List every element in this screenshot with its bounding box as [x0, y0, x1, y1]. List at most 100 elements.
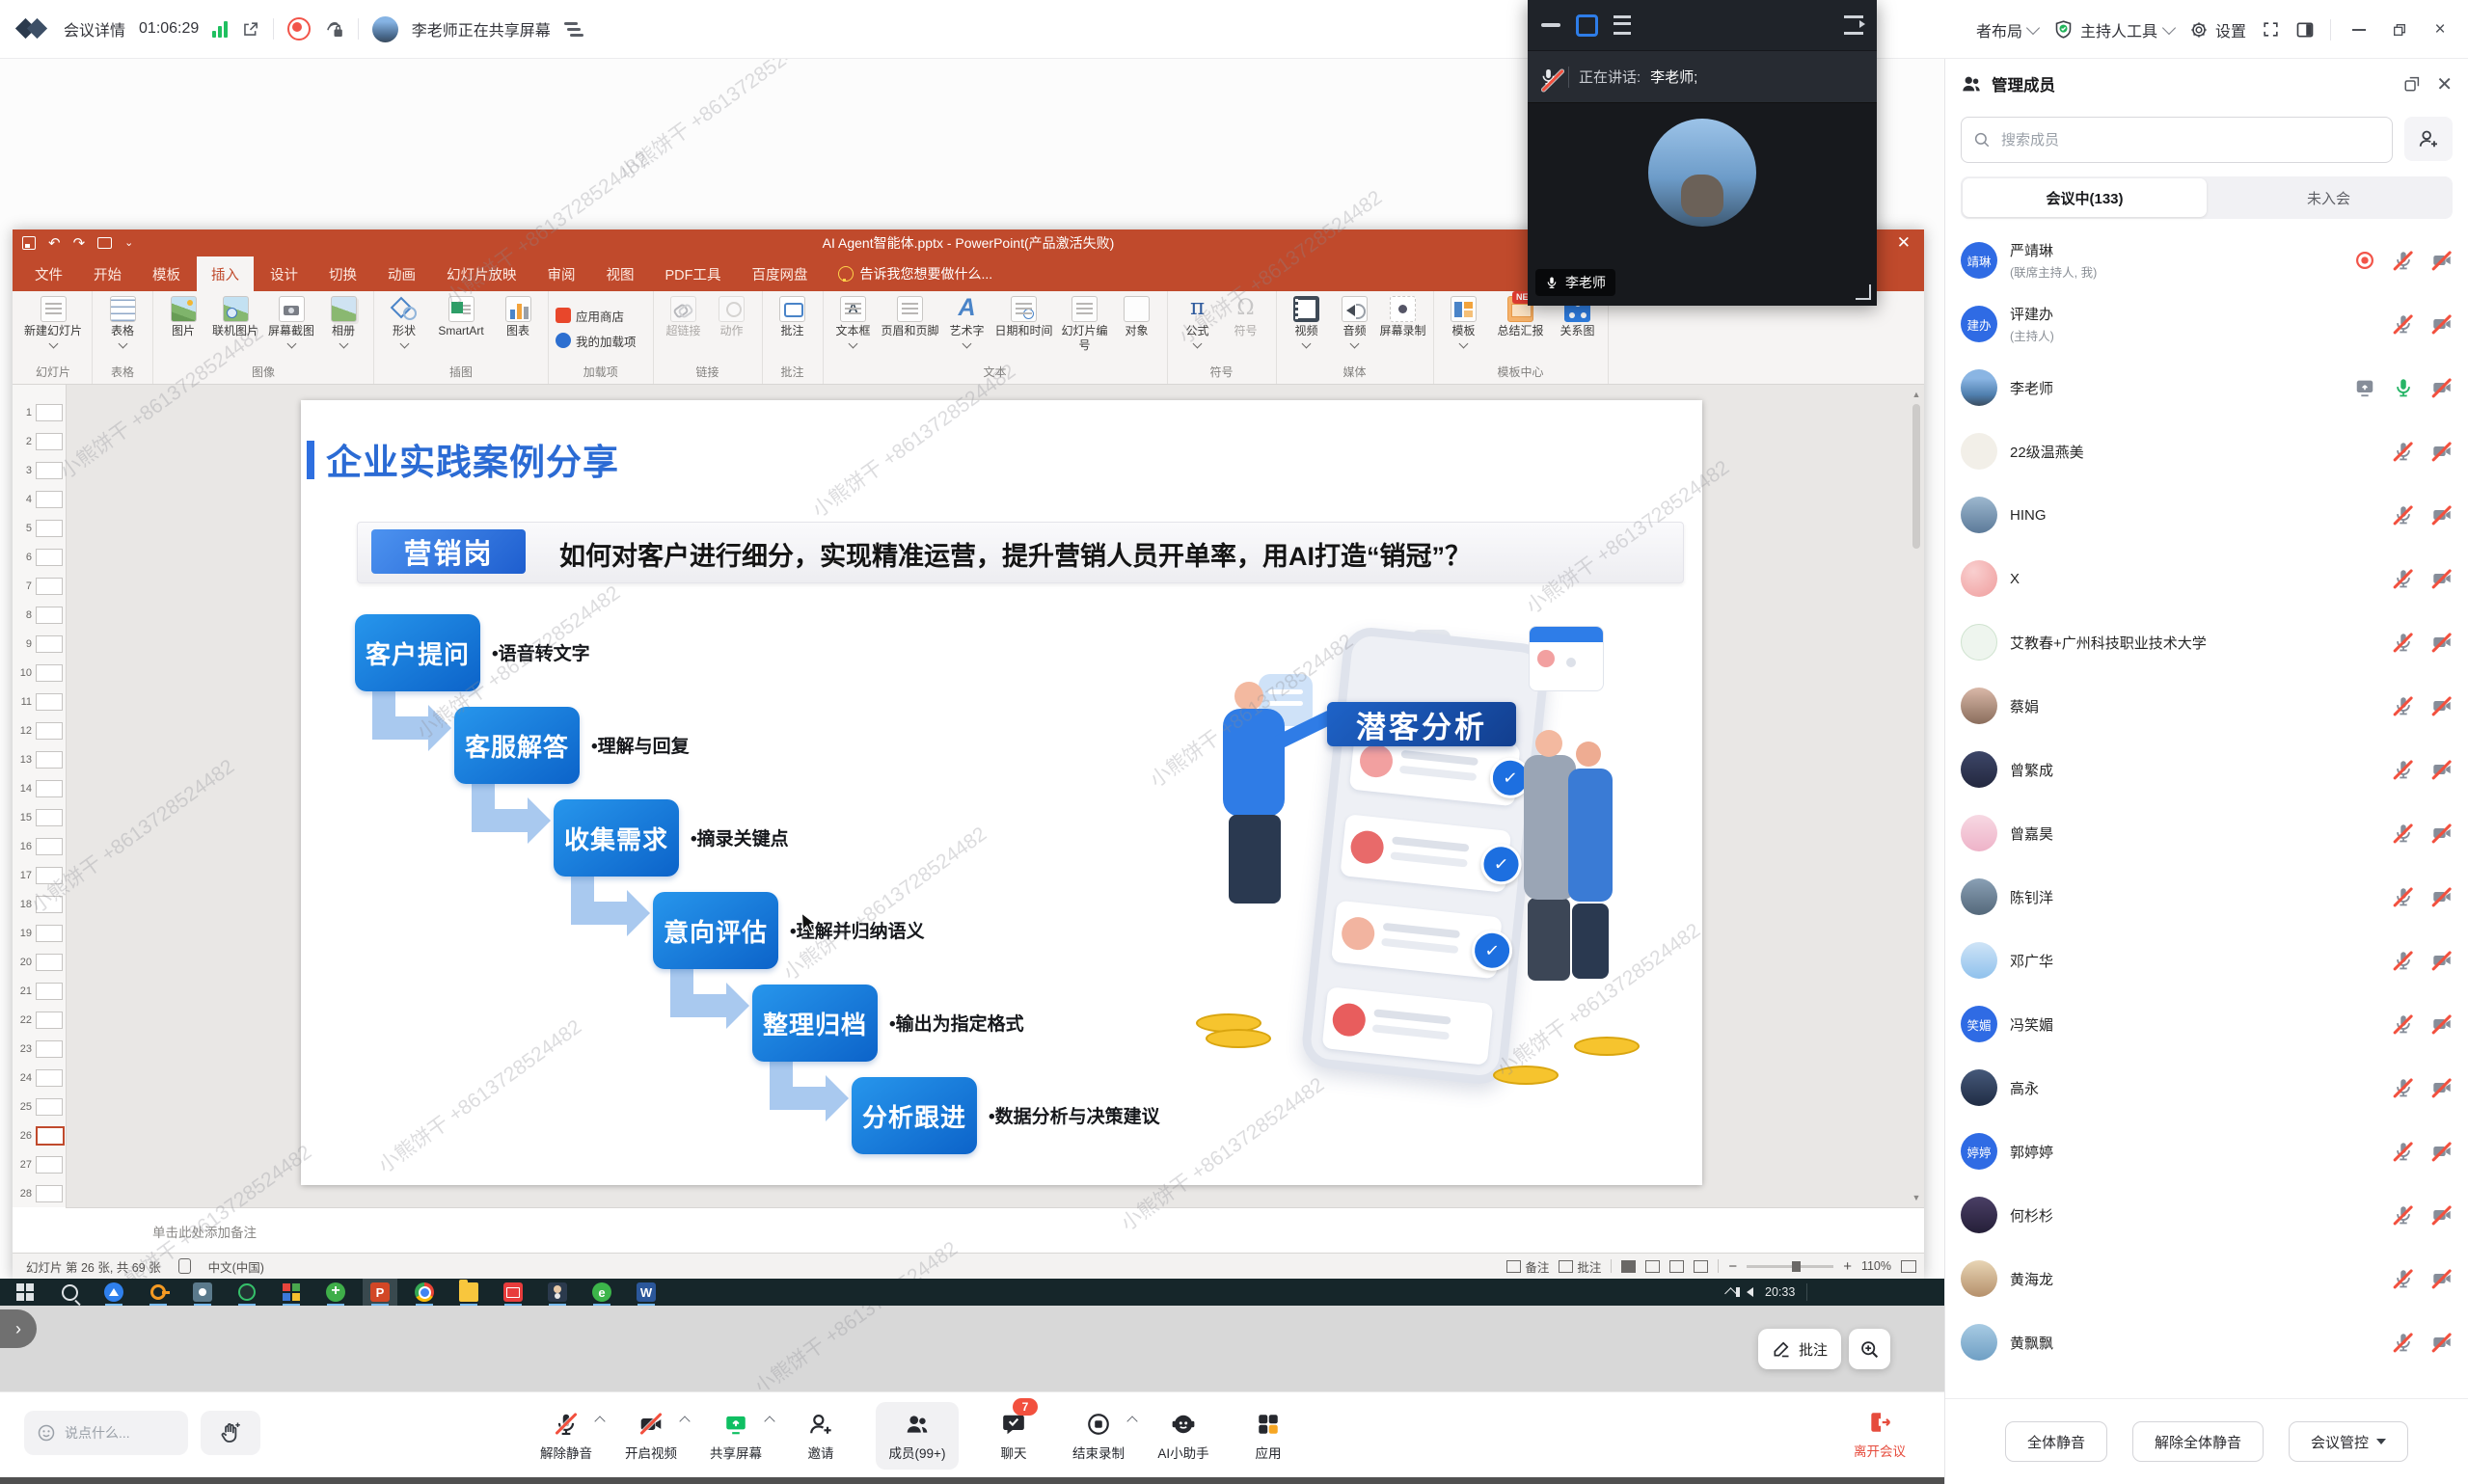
member-row[interactable]: 婷婷 郭婷婷 — [1945, 1120, 2468, 1183]
taskbar-app-icon[interactable]: P — [363, 1279, 397, 1306]
member-list[interactable]: 靖琳 严靖琳 (联席主持人, 我) 建办 评建办 — [1945, 229, 2468, 1374]
taskbar-app-icon[interactable] — [8, 1279, 42, 1306]
slide-thumbnail-row[interactable]: 9 — [13, 630, 66, 659]
slide-thumbnail-row[interactable]: 4 — [13, 485, 66, 514]
member-mic-off-icon[interactable] — [2392, 1077, 2414, 1099]
member-mic-off-icon[interactable] — [2392, 632, 2414, 654]
member-mic-off-icon[interactable] — [2392, 1013, 2414, 1036]
member-mic-off-icon[interactable] — [2392, 1332, 2414, 1354]
tab-in-meeting[interactable]: 会议中(133) — [1963, 178, 2207, 217]
raise-hand-button[interactable] — [201, 1411, 260, 1455]
taskbar-app-icon[interactable] — [274, 1279, 309, 1306]
language-status[interactable]: 中文(中国) — [208, 1257, 264, 1276]
slide-thumbnail-row[interactable]: 18 — [13, 890, 66, 919]
zoom-in-button[interactable] — [1849, 1329, 1890, 1369]
audio-button[interactable]: 音频 — [1332, 294, 1378, 347]
member-row[interactable]: 笑媚 冯笑媚 — [1945, 992, 2468, 1056]
member-row[interactable]: 何杉杉 — [1945, 1183, 2468, 1247]
host-tools-menu[interactable]: 主持人工具 — [2053, 18, 2174, 41]
slide-thumbnail-panel[interactable]: 1234567891011121314151617181920212223242… — [13, 385, 67, 1207]
slide-thumbnail-row[interactable]: 28 — [13, 1179, 66, 1207]
external-link-icon[interactable] — [241, 20, 259, 39]
member-camera-off-icon[interactable] — [2430, 250, 2453, 272]
taskbar-app-icon[interactable] — [407, 1279, 442, 1306]
textbox-button[interactable]: 文本框 — [830, 294, 877, 347]
ppt-quick-access-toolbar[interactable]: ↶ ↷ ⌄ — [22, 236, 133, 251]
member-row[interactable]: 邓广华 — [1945, 929, 2468, 992]
close-panel-icon[interactable]: ✕ — [2436, 72, 2453, 96]
slide-thumbnail-row[interactable]: 1 — [13, 398, 66, 427]
unmute-button[interactable]: 解除静音 — [536, 1402, 596, 1470]
member-row[interactable]: 曾繁成 — [1945, 738, 2468, 801]
video-panel[interactable]: 正在讲话: 李老师; 李老师 — [1528, 0, 1877, 305]
tell-me-box[interactable]: 告诉我您想要做什么... — [825, 256, 1007, 291]
member-row[interactable]: HING — [1945, 483, 2468, 547]
member-row[interactable]: 艾教春+广州科技职业技术大学 — [1945, 610, 2468, 674]
member-camera-off-icon[interactable] — [2430, 313, 2453, 336]
tab-animations[interactable]: 动画 — [373, 256, 430, 291]
slide-thumbnail-row[interactable]: 26 — [13, 1121, 66, 1150]
slide-thumbnail-row[interactable]: 23 — [13, 1035, 66, 1064]
member-mic-off-icon[interactable] — [2392, 441, 2414, 463]
minimize-icon[interactable] — [1541, 23, 1560, 27]
slide-thumbnail-row[interactable]: 25 — [13, 1093, 66, 1121]
member-mic-off-icon[interactable] — [2392, 950, 2414, 972]
qat-more-icon[interactable]: ⌄ — [124, 238, 133, 249]
slide-thumbnail-row[interactable]: 24 — [13, 1064, 66, 1093]
member-row[interactable]: 黄飘飘 — [1945, 1310, 2468, 1374]
chevron-up-icon[interactable] — [1126, 1416, 1137, 1426]
taskbar-app-icon[interactable] — [451, 1279, 486, 1306]
collapse-panel-icon[interactable] — [1844, 15, 1863, 35]
object-button[interactable]: 对象 — [1114, 294, 1160, 338]
scrollbar-thumb[interactable] — [1912, 404, 1920, 549]
slide-thumbnail-row[interactable]: 3 — [13, 456, 66, 485]
slide-sorter-view-icon[interactable] — [1645, 1260, 1660, 1273]
zoom-level[interactable]: 110% — [1861, 1259, 1891, 1273]
annotate-button[interactable]: 批注 — [1758, 1329, 1841, 1369]
member-camera-off-icon[interactable] — [2430, 950, 2453, 972]
video-button[interactable]: 视频 — [1284, 294, 1330, 347]
smartart-button[interactable]: SmartArt — [429, 294, 493, 338]
tray-clock[interactable]: 20:33 — [1765, 1285, 1795, 1299]
screen-recording-button[interactable]: 屏幕录制 — [1380, 294, 1426, 338]
fullscreen-icon[interactable] — [2262, 20, 2280, 39]
share-screen-button[interactable]: 共享屏幕 — [706, 1402, 766, 1470]
member-camera-off-icon[interactable] — [2430, 695, 2453, 717]
my-addins-button[interactable]: 我的加载项 — [556, 330, 646, 351]
add-member-button[interactable] — [2404, 117, 2453, 161]
member-mic-off-icon[interactable] — [2392, 759, 2414, 781]
close-window-button[interactable]: × — [2427, 17, 2453, 42]
layers-icon[interactable] — [564, 21, 583, 37]
zoom-in-icon[interactable]: + — [1843, 1258, 1852, 1275]
member-camera-off-icon[interactable] — [2430, 377, 2453, 399]
undo-icon[interactable]: ↶ — [48, 236, 61, 251]
member-camera-off-icon[interactable] — [2430, 1332, 2453, 1354]
side-panel-icon[interactable] — [2295, 20, 2315, 40]
taskbar-app-icon[interactable] — [230, 1279, 264, 1306]
leave-meeting-button[interactable]: 离开会议 — [1854, 1400, 1906, 1468]
member-row[interactable]: 黄海龙 — [1945, 1247, 2468, 1310]
member-search-box[interactable] — [1961, 117, 2393, 163]
member-camera-off-icon[interactable] — [2430, 759, 2453, 781]
header-footer-button[interactable]: 页眉和页脚 — [879, 294, 942, 338]
layout-window-icon[interactable] — [1576, 14, 1598, 37]
slide-canvas[interactable]: 企业实践案例分享 营销岗 如何对客户进行细分，实现精准运营，提升营销人员开单率，… — [301, 400, 1702, 1185]
member-row[interactable]: 陈钊洋 — [1945, 865, 2468, 929]
picture-button[interactable]: 图片 — [160, 294, 206, 338]
member-camera-off-icon[interactable] — [2430, 1141, 2453, 1163]
settings-button[interactable]: 设置 — [2189, 18, 2246, 41]
slide-thumbnail-row[interactable]: 12 — [13, 716, 66, 745]
notes-toggle[interactable]: 备注 — [1506, 1257, 1549, 1276]
member-row[interactable]: 建办 评建办 (主持人) — [1945, 292, 2468, 356]
member-mic-off-icon[interactable] — [2392, 1141, 2414, 1163]
member-row[interactable]: X — [1945, 547, 2468, 610]
member-camera-off-icon[interactable] — [2430, 886, 2453, 908]
minimize-window-button[interactable] — [2346, 17, 2372, 42]
chevron-up-icon[interactable] — [764, 1416, 774, 1426]
taskbar-app-icon[interactable] — [141, 1279, 176, 1306]
album-button[interactable]: 相册 — [320, 294, 366, 347]
member-camera-off-icon[interactable] — [2430, 504, 2453, 526]
tab-review[interactable]: 审阅 — [533, 256, 590, 291]
member-camera-off-icon[interactable] — [2430, 823, 2453, 845]
slide-thumbnail-row[interactable]: 16 — [13, 832, 66, 861]
